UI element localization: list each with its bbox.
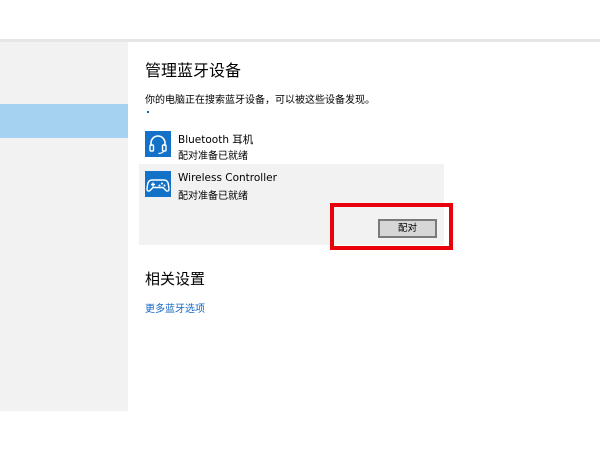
sidebar-item-selected[interactable] <box>0 104 128 138</box>
search-status-text: 你的电脑正在搜索蓝牙设备，可以被这些设备发现。 <box>145 95 375 106</box>
device-item-bluetooth-headset[interactable]: Bluetooth 耳机 配对准备已就绪 <box>139 124 444 164</box>
highlight-box <box>330 203 453 250</box>
page-title: 管理蓝牙设备 <box>145 61 242 80</box>
device-name: Bluetooth 耳机 <box>178 134 254 146</box>
device-name: Wireless Controller <box>178 172 277 184</box>
search-progress-indicator <box>147 111 149 113</box>
title-bar <box>0 0 600 39</box>
sidebar <box>0 42 128 411</box>
device-status: 配对准备已就绪 <box>178 151 248 162</box>
more-bluetooth-options-link[interactable]: 更多蓝牙选项 <box>145 300 205 315</box>
headset-icon <box>145 131 171 157</box>
related-settings-title: 相关设置 <box>145 270 206 288</box>
device-status: 配对准备已就绪 <box>178 191 248 202</box>
gamepad-icon <box>145 171 171 197</box>
